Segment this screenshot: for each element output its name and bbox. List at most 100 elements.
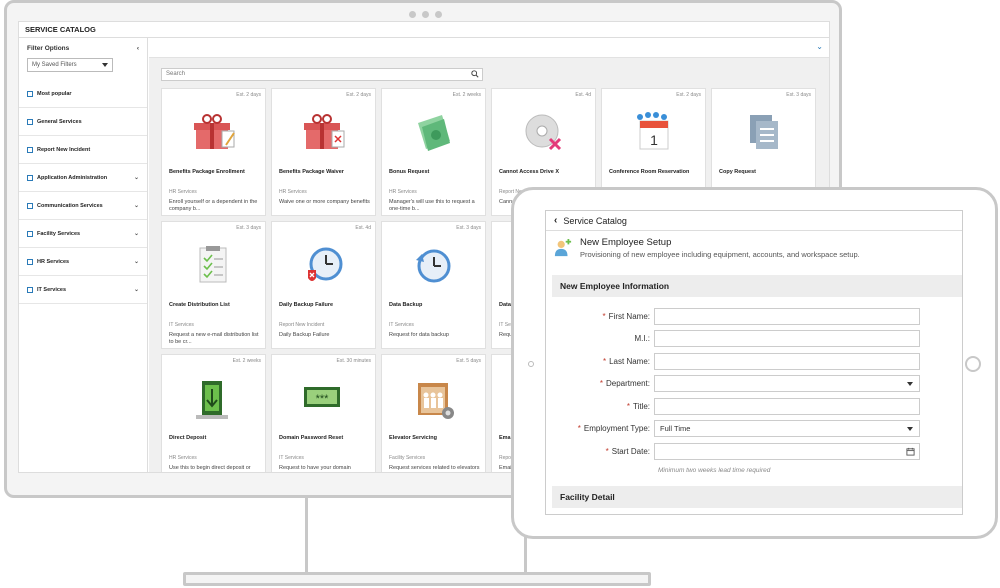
filter-label-wrap: Report New Incident <box>27 146 90 153</box>
card-title: Direct Deposit <box>169 435 207 441</box>
filter-sidebar: Filter Options ‹ My Saved Filters Most p… <box>19 38 148 472</box>
field-label-text: M.I.: <box>634 334 650 344</box>
chevron-down-icon[interactable]: ⌄ <box>134 202 139 209</box>
card-category: IT Services <box>169 322 194 328</box>
disc-x-icon <box>525 114 562 151</box>
filter-checkbox[interactable] <box>27 258 33 265</box>
title-field[interactable] <box>654 397 920 415</box>
department-field[interactable] <box>654 375 920 393</box>
card-title: Create Distribution List <box>169 302 230 308</box>
last-name-field[interactable] <box>654 352 920 370</box>
person-add-icon <box>554 239 572 257</box>
card-estimate: Est. 4d <box>355 225 371 231</box>
filter-checkbox[interactable] <box>27 174 33 181</box>
filter-item-communication-services[interactable]: Communication Services ⌄ <box>19 192 147 220</box>
field-value: Full Time <box>660 424 691 434</box>
collapse-chevron-icon[interactable]: ‹ <box>137 45 139 52</box>
card-description: Request for data backup <box>389 332 449 338</box>
tablet-camera <box>528 361 534 367</box>
chevron-down-icon[interactable]: ⌄ <box>134 286 139 293</box>
card-title: Daily Backup Failure <box>279 302 334 308</box>
filter-label: Application Administration <box>37 174 108 181</box>
card-category: HR Services <box>169 455 197 461</box>
calendar-icon[interactable] <box>906 447 915 456</box>
field-label-text: First Name: <box>608 311 650 321</box>
field-label: * Last Name: <box>546 357 654 366</box>
card-category: Report New Incident <box>279 322 325 328</box>
money-icon <box>418 115 450 151</box>
card-title: Data Backup <box>389 302 423 308</box>
m-i-field[interactable] <box>654 330 920 348</box>
filter-item-it-services[interactable]: IT Services ⌄ <box>19 276 147 304</box>
card-title: Domain Password Reset <box>279 435 344 441</box>
filter-checkbox[interactable] <box>27 146 33 153</box>
search-placeholder: Search <box>166 71 186 77</box>
filter-label-wrap: HR Services <box>27 258 70 265</box>
required-marker: * <box>577 424 581 434</box>
card-title: Bonus Request <box>389 169 430 175</box>
form-row-employment-type: * Employment Type: Full Time <box>546 418 962 441</box>
card-description: Request to have your domain password res… <box>279 465 351 471</box>
chevron-down-icon[interactable]: ⌄ <box>134 230 139 237</box>
catalog-card-elevator-servicing[interactable]: Est. 5 days Elevator Servicing Facility Se… <box>381 354 486 472</box>
tablet-header[interactable]: ‹ Service Catalog <box>546 211 962 231</box>
dropdown-arrow-icon[interactable] <box>907 427 913 432</box>
search-input[interactable]: Search <box>161 68 483 81</box>
start-date-field[interactable] <box>654 442 920 460</box>
card-estimate: Est. 30 minutes <box>336 358 371 364</box>
chevron-down-icon[interactable]: ⌄ <box>134 258 139 265</box>
page-title: New Employee Setup <box>580 237 672 248</box>
filter-item-most-popular[interactable]: Most popular <box>19 80 147 108</box>
form-row-m-i: M.I.: <box>546 328 962 351</box>
filter-item-facility-services[interactable]: Facility Services ⌄ <box>19 220 147 248</box>
filter-checkbox[interactable] <box>27 230 33 237</box>
filter-label: HR Services <box>37 258 70 265</box>
password-icon: *** <box>304 387 340 407</box>
filter-label-wrap: Communication Services <box>27 202 103 209</box>
catalog-card-benefits-package-waiver[interactable]: Est. 2 days Benefits Package Waiver HR Ser… <box>271 88 376 216</box>
expand-chevron-icon[interactable]: ⌄ <box>816 42 823 51</box>
catalog-card-benefits-package-enrollment[interactable]: Est. 2 days Benefits Package Enrollment HR… <box>161 88 266 216</box>
form-row-start-date: * Start Date: <box>546 440 962 463</box>
saved-filters-select[interactable]: My Saved Filters <box>27 58 113 72</box>
back-chevron-icon[interactable]: ‹ <box>554 215 557 226</box>
filter-item-general-services[interactable]: General Services <box>19 108 147 136</box>
card-category: Repo <box>499 455 511 461</box>
filter-checkbox[interactable] <box>27 90 33 97</box>
filter-label: General Services <box>37 118 82 125</box>
chevron-down-icon[interactable]: ⌄ <box>134 174 139 181</box>
form-row-last-name: * Last Name: <box>546 350 962 373</box>
filter-checkbox[interactable] <box>27 118 33 125</box>
first-name-field[interactable] <box>654 307 920 325</box>
filter-checkbox[interactable] <box>27 286 33 293</box>
catalog-card-direct-deposit[interactable]: Est. 2 weeks Direct Deposit HR Services Use… <box>161 354 266 472</box>
catalog-card-data-backup[interactable]: Est. 3 days Data Backup IT Services Request… <box>381 221 486 349</box>
card-description: Use this to begin direct deposit or make… <box>169 465 251 471</box>
calendar-people-icon: 1 <box>637 112 669 150</box>
employment-type-field[interactable]: Full Time <box>654 420 920 438</box>
catalog-card-bonus-request[interactable]: Est. 2 weeks Bonus Request HR Services Mana… <box>381 88 486 216</box>
checklist-icon <box>199 246 227 283</box>
catalog-card-create-distribution-list[interactable]: Est. 3 days Create Distribution List IT Se… <box>161 221 266 349</box>
field-label-text: Start Date: <box>611 446 650 456</box>
gift-x-icon <box>304 114 345 149</box>
catalog-card-domain-password-reset[interactable]: Est. 30 minutes *** Domain Password Reset I… <box>271 354 376 472</box>
section-new-employee-info: New Employee Information <box>552 275 962 297</box>
catalog-card-daily-backup-failure[interactable]: Est. 4d Daily Backup Failure Report New In… <box>271 221 376 349</box>
svg-text:***: *** <box>316 393 330 405</box>
filter-checkbox[interactable] <box>27 202 33 209</box>
card-description: Request a new e-mail distribution list t… <box>169 332 259 345</box>
filter-item-hr-services[interactable]: HR Services ⌄ <box>19 248 147 276</box>
filter-label-wrap: General Services <box>27 118 82 125</box>
back-label[interactable]: Service Catalog <box>563 216 627 226</box>
filter-item-application-administration[interactable]: Application Administration ⌄ <box>19 164 147 192</box>
field-label: * Department: <box>546 379 654 388</box>
tablet-device: ‹ Service Catalog New Employee Setup Pro… <box>511 187 998 539</box>
card-description: Request services related to elevators <box>389 465 480 471</box>
search-icon[interactable] <box>471 70 479 78</box>
required-marker: * <box>605 446 609 456</box>
dropdown-arrow-icon[interactable] <box>907 382 913 387</box>
filter-list: Most popular General Services Report New I… <box>19 80 147 304</box>
section-facility-detail[interactable]: Facility Detail <box>552 485 962 508</box>
filter-item-report-new-incident[interactable]: Report New Incident <box>19 136 147 164</box>
